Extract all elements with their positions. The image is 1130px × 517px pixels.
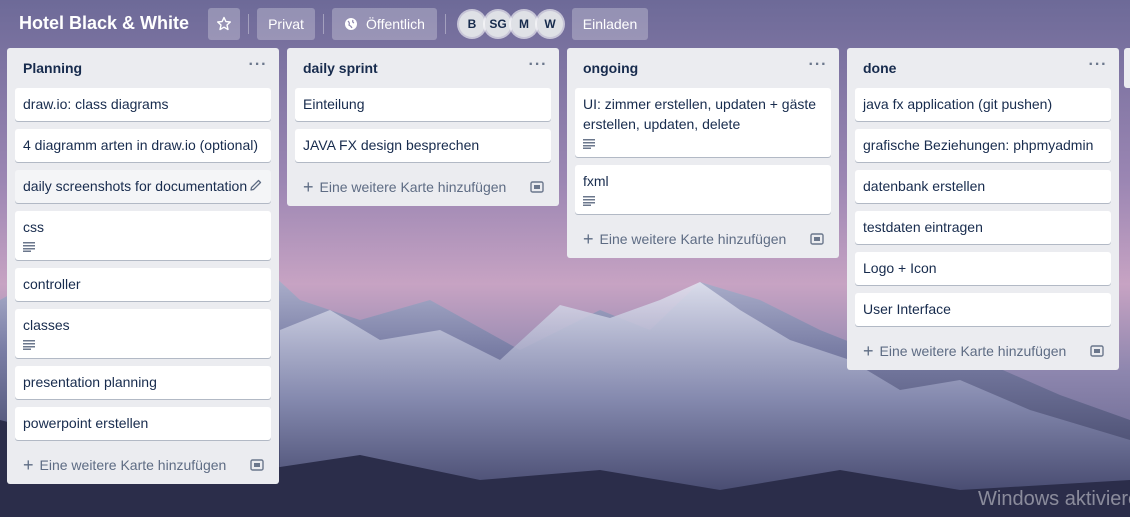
card-title: testdaten eintragen	[863, 219, 983, 235]
card-title: daily screenshots for documentation	[23, 178, 248, 194]
card-container: Einteilung JAVA FX design besprechen	[287, 88, 559, 162]
header-divider	[248, 14, 249, 34]
card-title: draw.io: class diagrams	[23, 96, 169, 112]
card[interactable]: fxml	[575, 165, 831, 214]
member-avatar[interactable]: M	[511, 11, 537, 37]
list-menu-icon[interactable]: ···	[527, 57, 549, 77]
card[interactable]: Logo + Icon	[855, 252, 1111, 285]
card[interactable]: presentation planning	[15, 366, 271, 399]
star-board-button[interactable]	[208, 8, 240, 40]
invite-button[interactable]: Einladen	[572, 8, 648, 40]
list-header: Planning ···	[7, 48, 279, 88]
list-header: done ···	[847, 48, 1119, 88]
card-title: JAVA FX design besprechen	[303, 137, 480, 153]
card-template-icon[interactable]	[529, 179, 545, 195]
card-title: java fx application (git pushen)	[863, 96, 1053, 112]
list-menu-icon[interactable]: ···	[807, 57, 829, 77]
card-title: grafische Beziehungen: phpmyadmin	[863, 137, 1094, 153]
plus-icon: +	[583, 229, 594, 249]
plus-icon: +	[303, 177, 314, 197]
card-title: Einteilung	[303, 96, 365, 112]
card-container: draw.io: class diagrams 4 diagramm arten…	[7, 88, 279, 440]
card[interactable]: UI: zimmer erstellen, updaten + gäste er…	[575, 88, 831, 157]
add-card-label: Eine weitere Karte hinzufügen	[599, 231, 787, 247]
member-avatar[interactable]: W	[537, 11, 563, 37]
card-title: classes	[23, 317, 70, 333]
card[interactable]: controller	[15, 268, 271, 301]
add-card-row: + Eine weitere Karte hinzufügen	[7, 446, 279, 484]
list-menu-icon[interactable]: ···	[1087, 57, 1109, 77]
description-icon	[583, 139, 595, 149]
description-icon	[583, 196, 595, 206]
card-title: css	[23, 219, 44, 235]
card-template-icon[interactable]	[1089, 343, 1105, 359]
card[interactable]: grafische Beziehungen: phpmyadmin	[855, 129, 1111, 162]
card-title: Logo + Icon	[863, 260, 937, 276]
next-list-edge	[1124, 48, 1130, 88]
list-title[interactable]: daily sprint	[303, 60, 378, 76]
add-card-label: Eine weitere Karte hinzufügen	[879, 343, 1067, 359]
plus-icon: +	[23, 455, 34, 475]
add-card-button[interactable]: + Eine weitere Karte hinzufügen	[583, 229, 786, 249]
card-template-icon[interactable]	[249, 457, 265, 473]
list-ongoing: ongoing ··· UI: zimmer erstellen, update…	[567, 48, 839, 258]
add-card-button[interactable]: + Eine weitere Karte hinzufügen	[303, 177, 506, 197]
list-title[interactable]: ongoing	[583, 60, 638, 76]
card-title: presentation planning	[23, 374, 157, 390]
list-menu-icon[interactable]: ···	[247, 57, 269, 77]
list-daily-sprint: daily sprint ··· Einteilung JAVA FX desi…	[287, 48, 559, 206]
description-icon	[23, 340, 35, 350]
add-card-button[interactable]: + Eine weitere Karte hinzufügen	[23, 455, 226, 475]
header-divider	[445, 14, 446, 34]
card[interactable]: css	[15, 211, 271, 260]
globe-icon	[345, 18, 358, 30]
header-divider	[323, 14, 324, 34]
add-card-button[interactable]: + Eine weitere Karte hinzufügen	[863, 341, 1066, 361]
card-container: UI: zimmer erstellen, updaten + gäste er…	[567, 88, 839, 214]
list-planning: Planning ··· draw.io: class diagrams 4 d…	[7, 48, 279, 484]
visibility-public-button[interactable]: Öffentlich	[332, 8, 437, 40]
card-template-icon[interactable]	[809, 231, 825, 247]
member-avatar[interactable]: SG	[485, 11, 511, 37]
card[interactable]: JAVA FX design besprechen	[295, 129, 551, 162]
board-header: Hotel Black & White Privat Öffentlich B …	[0, 0, 1130, 48]
card[interactable]: draw.io: class diagrams	[15, 88, 271, 121]
card-title: fxml	[583, 173, 609, 189]
list-done: done ··· java fx application (git pushen…	[847, 48, 1119, 370]
card[interactable]: User Interface	[855, 293, 1111, 326]
list-header: ongoing ···	[567, 48, 839, 88]
card[interactable]: datenbank erstellen	[855, 170, 1111, 203]
card[interactable]: daily screenshots for documentation	[15, 170, 271, 203]
card-title: UI: zimmer erstellen, updaten + gäste er…	[583, 96, 817, 132]
card[interactable]: powerpoint erstellen	[15, 407, 271, 440]
visibility-public-label: Öffentlich	[366, 16, 425, 32]
card-title: controller	[23, 276, 81, 292]
add-card-label: Eine weitere Karte hinzufügen	[319, 179, 507, 195]
board-title[interactable]: Hotel Black & White	[19, 13, 189, 34]
card-title: datenbank erstellen	[863, 178, 986, 194]
add-card-row: + Eine weitere Karte hinzufügen	[567, 220, 839, 258]
visibility-private-button[interactable]: Privat	[257, 8, 315, 40]
card[interactable]: java fx application (git pushen)	[855, 88, 1111, 121]
list-header: daily sprint ···	[287, 48, 559, 88]
card[interactable]: Einteilung	[295, 88, 551, 121]
pencil-icon[interactable]	[249, 178, 263, 192]
description-icon	[23, 242, 35, 252]
card[interactable]: classes	[15, 309, 271, 358]
star-icon	[217, 16, 231, 31]
list-title[interactable]: done	[863, 60, 896, 76]
add-card-label: Eine weitere Karte hinzufügen	[39, 457, 227, 473]
card-title: User Interface	[863, 301, 951, 317]
card-container: java fx application (git pushen) grafisc…	[847, 88, 1119, 326]
card-title: powerpoint erstellen	[23, 415, 149, 431]
member-avatar[interactable]: B	[459, 11, 485, 37]
add-card-row: + Eine weitere Karte hinzufügen	[847, 332, 1119, 370]
list-title[interactable]: Planning	[23, 60, 82, 76]
card-title: 4 diagramm arten in draw.io (optional)	[23, 137, 259, 153]
plus-icon: +	[863, 341, 874, 361]
card[interactable]: 4 diagramm arten in draw.io (optional)	[15, 129, 271, 162]
card[interactable]: testdaten eintragen	[855, 211, 1111, 244]
add-card-row: + Eine weitere Karte hinzufügen	[287, 168, 559, 206]
windows-activation-watermark: Windows aktiviere	[978, 488, 1130, 510]
